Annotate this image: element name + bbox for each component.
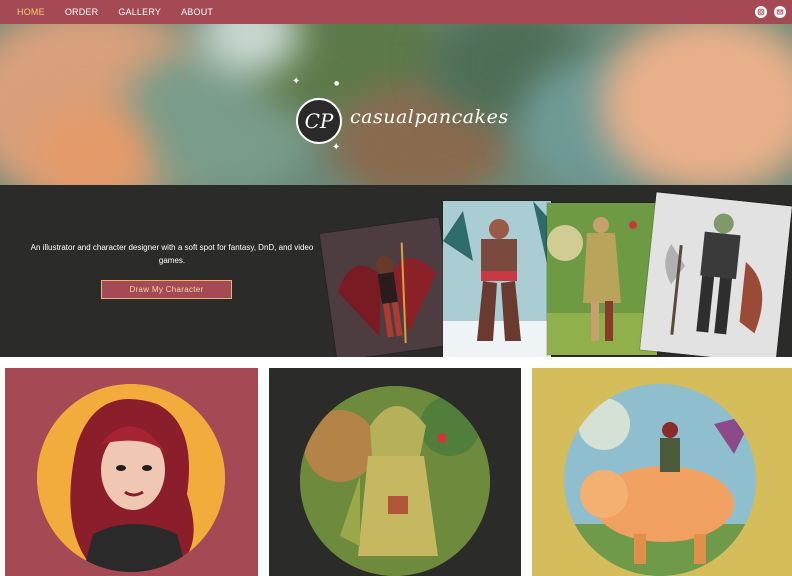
portfolio-tile-portrait[interactable] <box>5 368 258 576</box>
mount-artwork <box>564 384 756 576</box>
top-nav: HOME ORDER GALLERY ABOUT <box>0 0 792 24</box>
portfolio-tile-mount[interactable] <box>532 368 792 576</box>
draw-my-character-button[interactable]: Draw My Character <box>101 280 232 299</box>
logo-text: casualpancakes <box>350 106 509 128</box>
logo-monogram: CP <box>296 98 342 144</box>
elf-artwork <box>300 386 490 576</box>
instagram-icon[interactable] <box>755 6 767 18</box>
sparkle-icon: ✦ <box>292 76 301 87</box>
portrait-artwork <box>37 384 225 572</box>
nav-home[interactable]: HOME <box>17 7 45 17</box>
artwork-card-elf-ranger[interactable] <box>547 203 657 355</box>
artwork-card-winged-warrior[interactable] <box>319 217 457 357</box>
nav-gallery[interactable]: GALLERY <box>118 7 161 17</box>
nav-order[interactable]: ORDER <box>65 7 99 17</box>
hero-banner: ✦ ● ✦ CP casualpancakes <box>0 24 792 185</box>
sparkle-icon: ✦ <box>332 142 341 153</box>
intro-section: An illustrator and character designer wi… <box>0 185 792 357</box>
tagline: An illustrator and character designer wi… <box>30 243 314 265</box>
email-icon[interactable] <box>774 6 786 18</box>
artwork-card-orc-knight[interactable] <box>640 192 792 357</box>
site-logo[interactable]: ✦ ● ✦ CP casualpancakes <box>290 76 510 160</box>
portfolio-tile-elf[interactable] <box>269 368 521 576</box>
artwork-card-orc-warrior[interactable] <box>443 201 551 357</box>
sparkle-icon: ● <box>334 80 340 87</box>
nav-about[interactable]: ABOUT <box>181 7 213 17</box>
